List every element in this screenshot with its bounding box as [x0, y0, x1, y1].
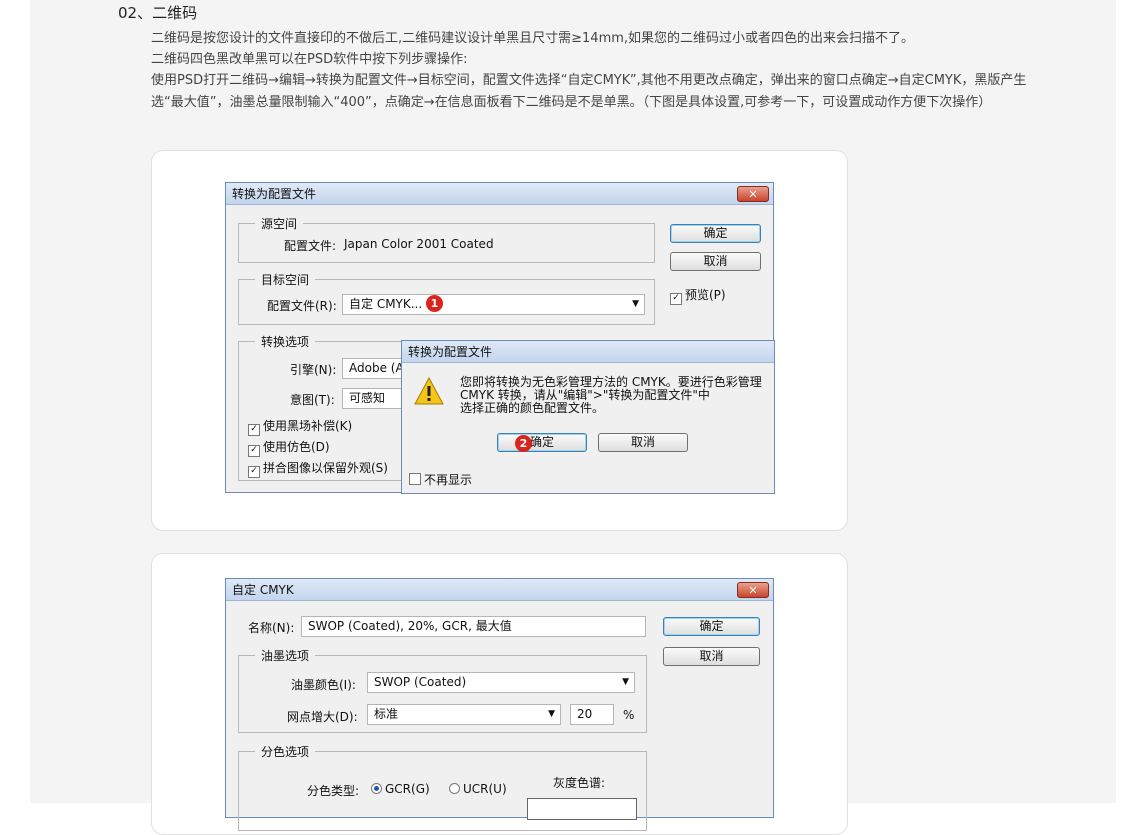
dot-gain-label: 网点增大(D):	[287, 710, 358, 724]
intent-label: 意图(T):	[290, 393, 335, 407]
chevron-down-icon: ▼	[632, 299, 639, 309]
conversion-options-legend: 转换选项	[255, 333, 316, 350]
target-space-legend: 目标空间	[255, 271, 316, 288]
chevron-down-icon: ▼	[622, 677, 629, 687]
dither-checkbox[interactable]: ✓ 使用仿色(D)	[248, 438, 330, 457]
target-profile-select[interactable]: 自定 CMYK... ▼	[342, 294, 645, 315]
name-input[interactable]: SWOP (Coated), 20%, GCR, 最大值	[301, 616, 646, 637]
source-profile-value: Japan Color 2001 Coated	[344, 237, 494, 251]
dont-show-checkbox[interactable]: 不再显示	[409, 471, 472, 488]
dialog-titlebar: 转换为配置文件	[226, 183, 773, 205]
source-space-legend: 源空间	[255, 215, 304, 232]
warning-icon	[414, 377, 444, 405]
target-space-group: 目标空间 配置文件(R): 自定 CMYK... ▼ 1	[238, 271, 655, 325]
ink-colors-label: 油墨颜色(I):	[291, 678, 356, 692]
source-profile-label: 配置文件:	[284, 239, 337, 253]
separation-options-legend: 分色选项	[255, 743, 316, 760]
preview-label: 预览(P)	[685, 288, 726, 302]
dot-gain-select[interactable]: 标准 ▼	[367, 704, 561, 725]
paragraph-qr-requirements: 二维码是按您设计的文件直接印的不做后工,二维码建议设计单黑且尺寸需≥14mm,如…	[151, 31, 915, 46]
source-space-group: 源空间 配置文件: Japan Color 2001 Coated	[238, 215, 655, 263]
dialog-titlebar: 自定 CMYK	[226, 579, 773, 601]
engine-label: 引擎(N):	[290, 363, 337, 377]
close-icon[interactable]: ✕	[737, 582, 769, 598]
percent-sign: %	[623, 708, 635, 722]
name-label: 名称(N):	[248, 621, 295, 635]
gcr-radio[interactable]: GCR(G)	[371, 782, 430, 796]
close-icon[interactable]: ✕	[737, 186, 769, 202]
dot-gain-value: 标准	[374, 707, 399, 721]
radio-unselected-icon	[449, 783, 460, 794]
cancel-button[interactable]: 取消	[670, 252, 761, 271]
gray-ramp-graph	[527, 798, 637, 820]
ink-colors-select[interactable]: SWOP (Coated) ▼	[367, 672, 635, 693]
checkbox-checked-icon: ✓	[248, 424, 260, 436]
ink-options-group: 油墨选项 油墨颜色(I): SWOP (Coated) ▼ 网点增大(D): 标…	[238, 647, 647, 733]
flatten-label: 拼合图像以保留外观(S)	[263, 461, 388, 475]
gray-ramp-label: 灰度色谱:	[553, 776, 606, 790]
separation-options-group: 分色选项 分色类型: GCR(G) UCR(U) 灰度色谱:	[238, 743, 647, 831]
gcr-label: GCR(G)	[385, 782, 430, 796]
dither-label: 使用仿色(D)	[263, 440, 330, 454]
chevron-down-icon: ▼	[548, 709, 555, 719]
radio-selected-icon	[371, 783, 382, 794]
separation-type-label: 分色类型:	[307, 784, 360, 798]
ok-button[interactable]: 确定	[663, 617, 760, 636]
screenshot-card-2: 自定 CMYK ✕ 名称(N): SWOP (Coated), 20%, GCR…	[151, 553, 848, 835]
dialog-title: 自定 CMYK	[232, 583, 294, 597]
paragraph-steps-detail: 使用PSD打开二维码→编辑→转换为配置文件→目标空间，配置文件选择“自定CMYK…	[151, 73, 1027, 110]
flatten-checkbox[interactable]: ✓ 拼合图像以保留外观(S)	[248, 459, 388, 478]
custom-cmyk-dialog: 自定 CMYK ✕ 名称(N): SWOP (Coated), 20%, GCR…	[225, 578, 774, 831]
ok-button[interactable]: 确定	[670, 224, 761, 243]
checkbox-checked-icon: ✓	[248, 445, 260, 457]
target-profile-value: 自定 CMYK...	[349, 297, 423, 311]
dialog-title: 转换为配置文件	[232, 187, 317, 201]
step-badge-1: 1	[426, 295, 443, 312]
ucr-radio[interactable]: UCR(U)	[449, 782, 507, 796]
dont-show-label: 不再显示	[424, 473, 473, 487]
ink-options-legend: 油墨选项	[255, 647, 316, 664]
checkbox-unchecked-icon	[409, 473, 421, 485]
alert-dialog: 转换为配置文件 您即将转换为无色彩管理方法的 CMYK。要进行色彩管理 CMYK…	[401, 340, 775, 494]
checkbox-checked-icon: ✓	[248, 466, 260, 478]
ucr-label: UCR(U)	[463, 782, 507, 796]
black-point-compensation-label: 使用黑场补偿(K)	[263, 419, 353, 433]
alert-message-line-3: 选择正确的颜色配置文件。	[460, 401, 605, 415]
target-profile-label: 配置文件(R):	[267, 299, 337, 313]
section-heading: 02、二维码	[118, 4, 198, 22]
alert-cancel-button[interactable]: 取消	[598, 433, 688, 452]
step-badge-2: 2	[515, 435, 532, 452]
alert-ok-button[interactable]: 确定	[497, 433, 587, 452]
screenshot-card-1: 转换为配置文件 ✕ 源空间 配置文件: Japan Color 2001 Coa…	[151, 150, 848, 531]
black-point-compensation-checkbox[interactable]: ✓ 使用黑场补偿(K)	[248, 417, 352, 436]
dot-gain-percent-input[interactable]: 20	[570, 704, 614, 725]
alert-titlebar: 转换为配置文件	[402, 341, 774, 363]
alert-title: 转换为配置文件	[408, 345, 493, 359]
paragraph-steps-intro: 二维码四色黑改单黑可以在PSD软件中按下列步骤操作:	[151, 52, 468, 67]
preview-checkbox[interactable]: ✓ 预览(P)	[670, 286, 726, 305]
ink-colors-value: SWOP (Coated)	[374, 675, 467, 689]
convert-profile-dialog: 转换为配置文件 ✕ 源空间 配置文件: Japan Color 2001 Coa…	[225, 182, 775, 494]
checkbox-checked-icon: ✓	[670, 293, 682, 305]
cancel-button[interactable]: 取消	[663, 647, 760, 666]
